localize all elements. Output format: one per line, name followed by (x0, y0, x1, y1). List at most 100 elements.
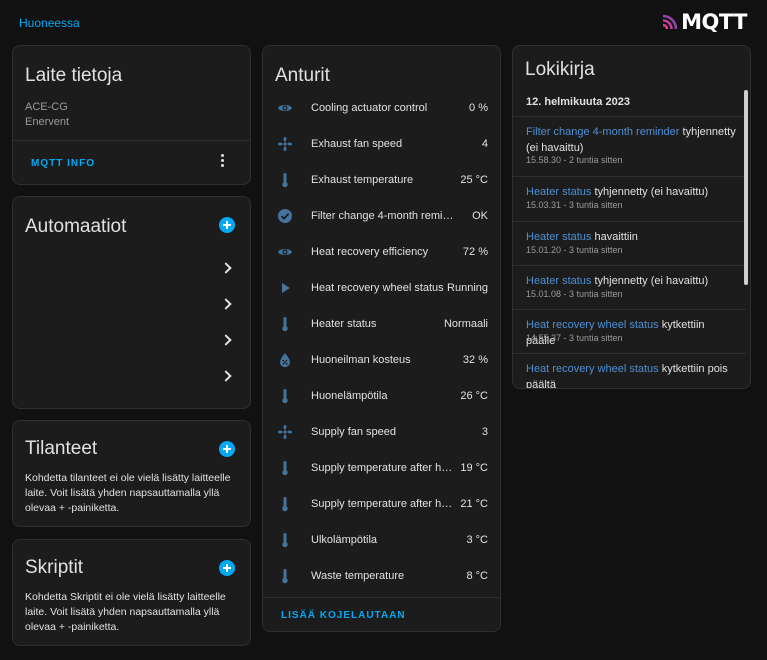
add-to-dashboard-button[interactable]: LISÄÄ KOJELAUTAAN (281, 610, 406, 621)
divider (13, 140, 250, 141)
logbook-message: tyhjennetty (ei havaittu) (591, 186, 709, 198)
sensor-row[interactable]: Heat recovery efficiency 72 % (263, 234, 500, 270)
logbook-message: tyhjennetty (ei havaittu) (591, 275, 709, 287)
mqtt-info-button[interactable]: MQTT INFO (31, 158, 95, 169)
logbook-title: Lokikirja (525, 59, 595, 80)
add-script-button[interactable] (219, 560, 235, 576)
device-info-title: Laite tietoja (25, 65, 123, 86)
mqtt-logo: MQTT (661, 10, 747, 34)
sensor-row[interactable]: Heater status Normaali (263, 306, 500, 342)
chevron-right-icon (220, 334, 232, 346)
sensor-name: Supply fan speed (311, 426, 397, 438)
thermometer-icon (277, 316, 293, 332)
check-circle-icon (277, 208, 293, 224)
sensor-value: 19 °C (460, 462, 488, 474)
thermometer-icon (277, 496, 293, 512)
logbook-entity-link[interactable]: Heat recovery wheel status (526, 319, 659, 331)
logbook-entry-text: Heat recovery wheel status kytkettiin po… (526, 361, 736, 388)
logbook-time: 15.01.08 - 3 tuntia sitten (526, 289, 623, 299)
automation-row[interactable] (13, 287, 250, 323)
sensor-name: Supply temperature after hea… (311, 498, 457, 510)
chevron-right-icon (220, 262, 232, 274)
device-info-card: Laite tietoja ACE-CG Enervent MQTT INFO (12, 45, 251, 185)
water-percent-icon (277, 352, 293, 368)
logbook-entry: Heat recovery wheel status kytkettiin po… (513, 353, 746, 388)
sensor-name: Cooling actuator control (311, 102, 428, 114)
scripts-card: Skriptit Kohdetta Skriptit ei ole vielä … (12, 539, 251, 646)
automation-row[interactable] (13, 359, 250, 395)
logbook-entity-link[interactable]: Heat recovery wheel status (526, 363, 659, 375)
scenes-title: Tilanteet (25, 438, 98, 459)
scenes-empty-text: Kohdetta tilanteet ei ole vielä lisätty … (25, 472, 231, 514)
sensor-value: 25 °C (460, 174, 488, 186)
sensors-card: Anturit Cooling actuator control 0 % Exhau… (262, 45, 501, 632)
eye-icon (277, 100, 293, 116)
sensor-row[interactable]: Supply temperature after hea… 21 °C (263, 486, 500, 522)
automation-row[interactable] (13, 251, 250, 287)
add-automation-button[interactable] (219, 217, 235, 233)
add-scene-button[interactable] (219, 441, 235, 457)
sensor-value: 32 % (462, 354, 488, 366)
divider (263, 597, 500, 598)
sensor-row[interactable]: Supply temperature after hea… 19 °C (263, 450, 500, 486)
logbook-card: Lokikirja 12. helmikuuta 2023 Filter cha… (512, 45, 751, 389)
sensor-row[interactable]: Supply fan speed 3 (263, 414, 500, 450)
sensor-value: Normaali (443, 318, 488, 330)
logbook-entry: Heat recovery wheel status kytkettiin pä… (513, 309, 746, 353)
sensor-value: OK (472, 210, 488, 222)
sensor-row[interactable]: Huonelämpötila 26 °C (263, 378, 500, 414)
logbook-entity-link[interactable]: Heater status (526, 275, 591, 287)
logbook-entry: Heater status havaittiin 15.01.20 - 3 tun… (513, 221, 746, 265)
sensor-row[interactable]: Exhaust temperature 25 °C (263, 162, 500, 198)
more-options-icon[interactable] (218, 152, 226, 172)
logbook-time: 15.03.31 - 3 tuntia sitten (526, 200, 623, 210)
logbook-time: 15.01.20 - 3 tuntia sitten (526, 245, 623, 255)
sensor-row[interactable]: Exhaust fan speed 4 (263, 126, 500, 162)
thermometer-icon (277, 568, 293, 584)
play-icon (277, 280, 293, 296)
logbook-entry-text: Heater status havaittiin (526, 229, 736, 245)
sensor-name: Exhaust temperature (311, 174, 414, 186)
chevron-right-icon (220, 370, 232, 382)
logbook-entry: Heater status tyhjennetty (ei havaittu) 1… (513, 176, 746, 221)
top-bar: Huoneessa MQTT (0, 0, 767, 44)
sensor-row[interactable]: Waste temperature 8 °C (263, 558, 500, 594)
sensor-name: Heat recovery efficiency (311, 246, 429, 258)
sensor-name: Filter change 4-month reminder (311, 210, 457, 222)
thermometer-icon (277, 532, 293, 548)
sensor-value: Running (447, 282, 488, 294)
sensor-row[interactable]: Huoneilman kosteus 32 % (263, 342, 500, 378)
logbook-scrollbar[interactable] (744, 90, 748, 285)
sensor-row[interactable]: Filter change 4-month reminder OK (263, 198, 500, 234)
scripts-title: Skriptit (25, 557, 84, 578)
sensor-name: Huoneilman kosteus (311, 354, 411, 366)
sensor-name: Supply temperature after hea… (311, 462, 457, 474)
sensor-value: 3 °C (466, 534, 488, 546)
sensor-row[interactable]: Cooling actuator control 0 % (263, 90, 500, 126)
logbook-entity-link[interactable]: Heater status (526, 231, 591, 243)
thermometer-icon (277, 460, 293, 476)
logbook-entity-link[interactable]: Heater status (526, 186, 591, 198)
logbook-time: 14.55.37 - 3 tuntia sitten (526, 333, 623, 343)
logbook-entity-link[interactable]: Filter change 4-month reminder (526, 126, 679, 138)
sensor-name: Heater status (311, 318, 377, 330)
breadcrumb-area-link[interactable]: Huoneessa (19, 16, 80, 30)
automation-row[interactable] (13, 323, 250, 359)
sensor-value: 4 (481, 138, 488, 150)
logbook-time: 15.58.30 - 2 tuntia sitten (526, 155, 623, 165)
sensors-title: Anturit (275, 65, 330, 86)
logbook-entry: Filter change 4-month reminder tyhjennet… (513, 116, 746, 176)
sensor-name: Ulkolämpötila (311, 534, 378, 546)
scripts-empty-text: Kohdetta Skriptit ei ole vielä lisätty l… (25, 591, 226, 633)
logbook-date: 12. helmikuuta 2023 (526, 96, 630, 108)
logbook-entry-text: Heater status tyhjennetty (ei havaittu) (526, 184, 736, 200)
sensor-row[interactable]: Ulkolämpötila 3 °C (263, 522, 500, 558)
sensor-value: 8 °C (466, 570, 488, 582)
thermometer-icon (277, 388, 293, 404)
fan-icon (277, 136, 293, 152)
logbook-entry: Heater status tyhjennetty (ei havaittu) 1… (513, 265, 746, 309)
automations-title: Automaatiot (25, 216, 127, 237)
sensor-row[interactable]: Heat recovery wheel status Running (263, 270, 500, 306)
scenes-card: Tilanteet Kohdetta tilanteet ei ole viel… (12, 420, 251, 527)
sensor-name: Huonelämpötila (311, 390, 388, 402)
